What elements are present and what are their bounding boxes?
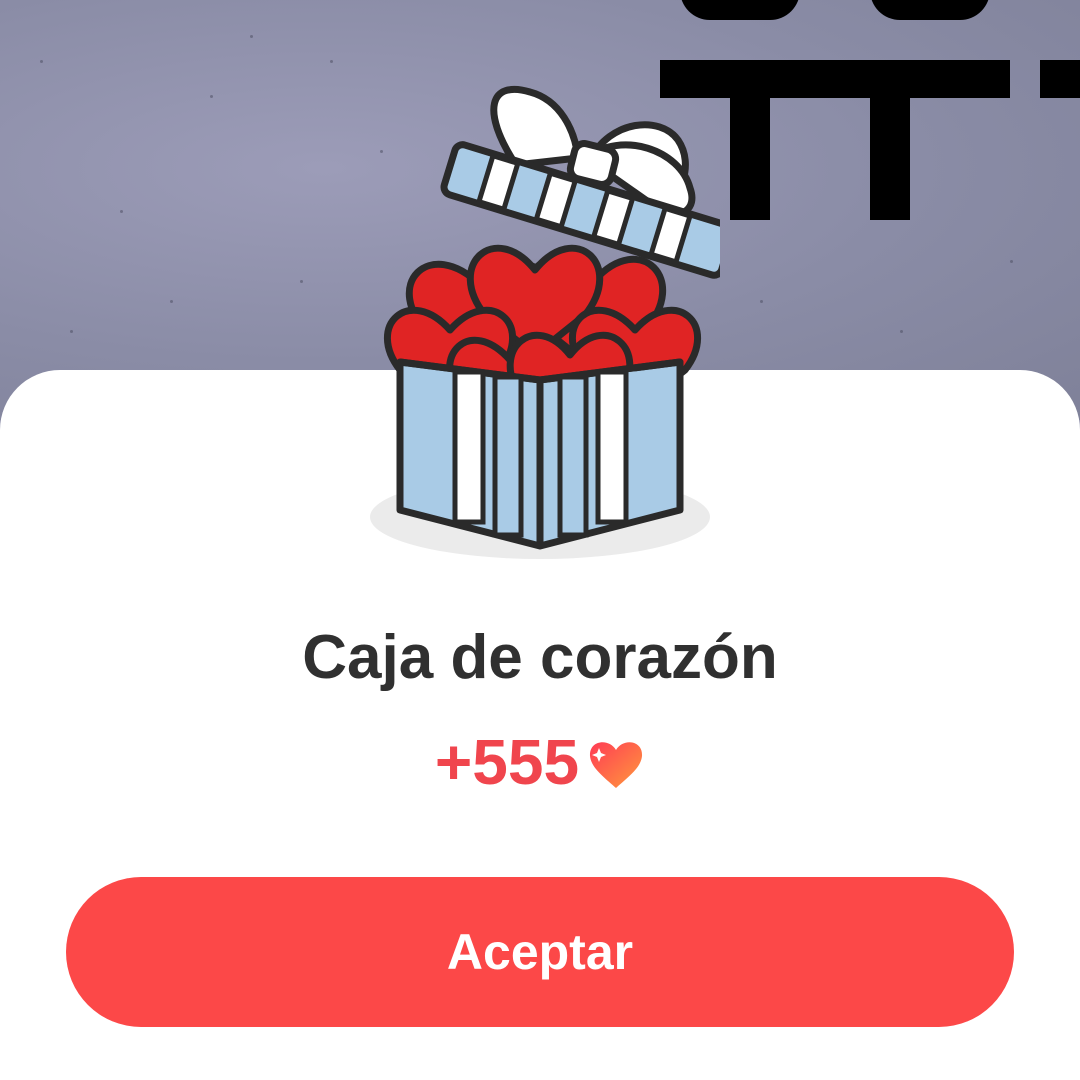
reward-amount: +555	[434, 726, 580, 798]
reward-title: Caja de corazón	[302, 623, 778, 692]
accept-button[interactable]: Aceptar	[66, 877, 1014, 1027]
heart-icon	[590, 742, 643, 788]
screen: Caja de corazón +555 Aceptar	[0, 0, 1080, 1080]
reward-amount-row: +555	[0, 722, 1080, 802]
gift-box-icon	[370, 85, 720, 559]
